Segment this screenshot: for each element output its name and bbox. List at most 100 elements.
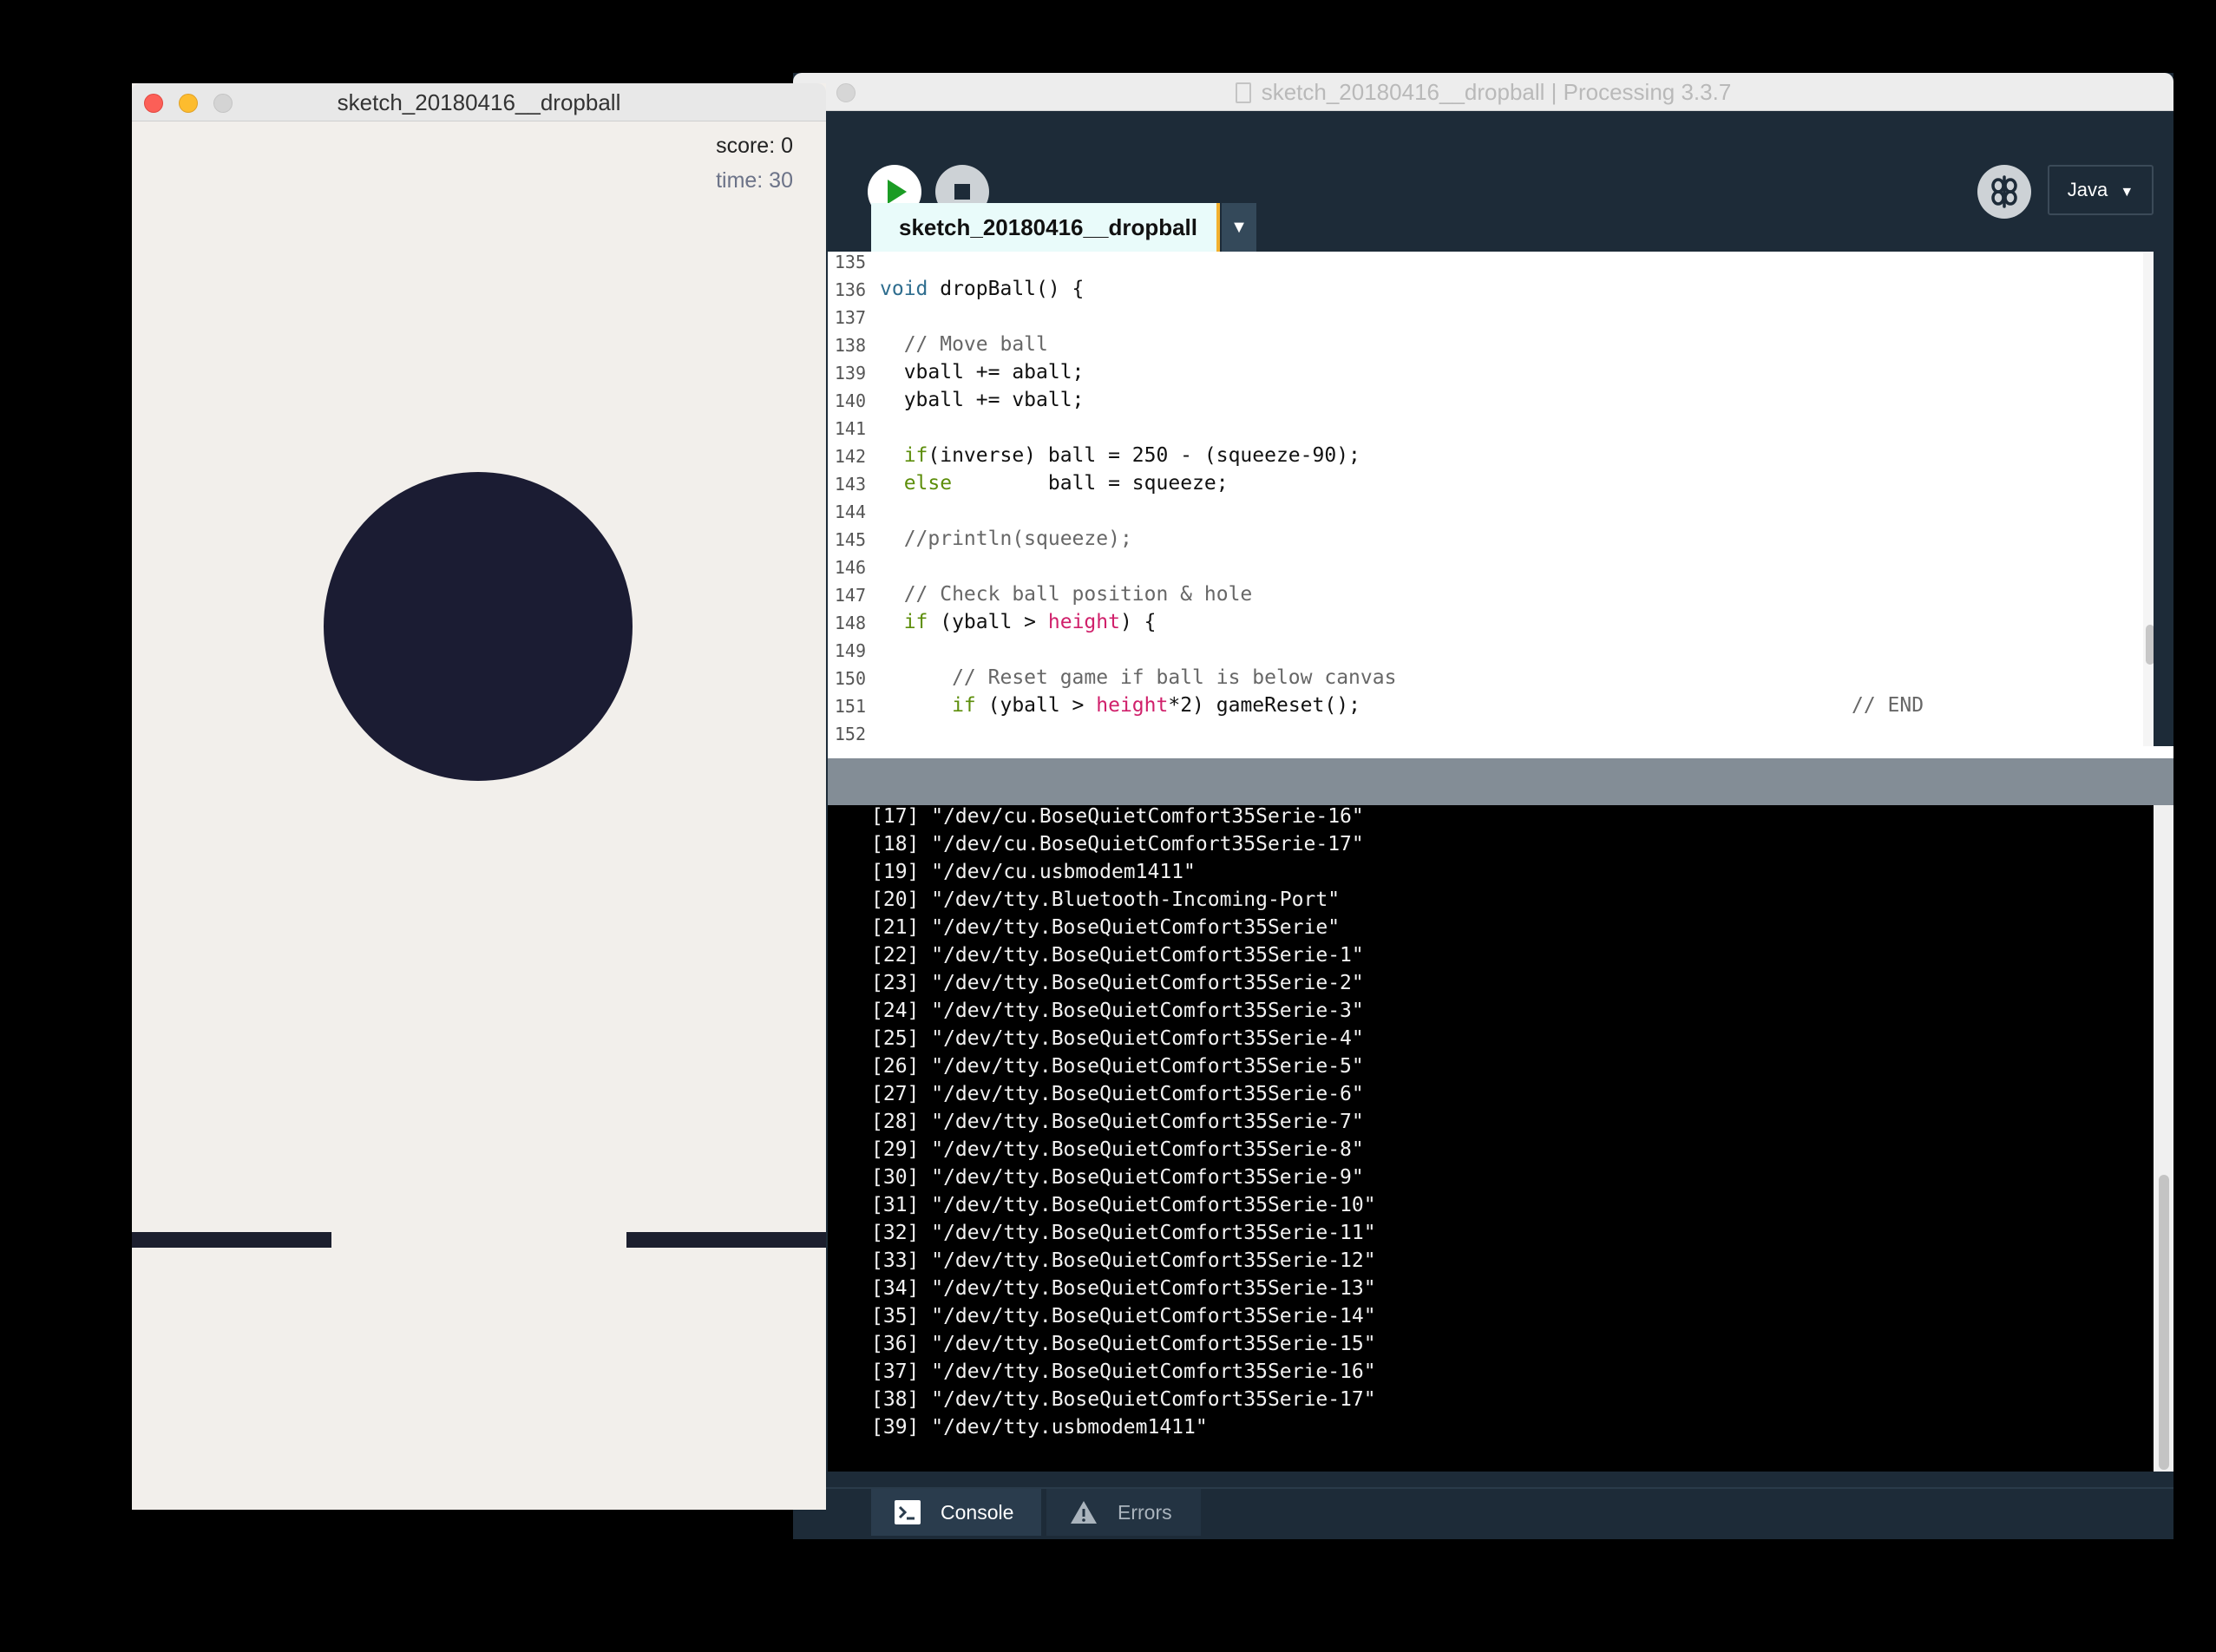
line-number: 138 [834,335,866,356]
ball [324,472,633,781]
console-line: [21] "/dev/tty.BoseQuietComfort35Serie" [871,916,1341,939]
line-number: 142 [834,446,866,467]
tab-errors[interactable]: Errors [1046,1489,1201,1536]
status-bar [828,758,2173,805]
console-line: [25] "/dev/tty.BoseQuietComfort35Serie-4… [871,1027,1364,1050]
debugger-button[interactable] [1977,165,2031,219]
console-line: [38] "/dev/tty.BoseQuietComfort35Serie-1… [871,1388,1376,1411]
tab-errors-label: Errors [1118,1501,1172,1524]
chevron-down-icon: ▼ [1230,218,1248,237]
console-line: [34] "/dev/tty.BoseQuietComfort35Serie-1… [871,1277,1376,1300]
line-number: 141 [834,418,866,439]
code-token: (yball > [928,611,1048,633]
console-scrollbar-thumb[interactable] [2159,1175,2169,1470]
debugger-icon [1991,175,2017,208]
code-line: void dropBall() { [880,278,1084,300]
line-number: 140 [834,390,866,411]
line-number-gutter: 135 136 137 138 139 140 141 142 143 144 … [828,252,871,746]
line-number: 147 [834,585,866,606]
console-line: [18] "/dev/cu.BoseQuietComfort35Serie-17… [871,833,1364,856]
code-token: ) { [1119,611,1157,633]
console-line: [39] "/dev/tty.usbmodem1411" [871,1416,1208,1439]
code-line-comment: // END [1852,694,1924,717]
code-token: (inverse) ball = 250 - (squeeze-90); [928,444,1360,467]
code-token: ball = squeeze; [952,472,1229,495]
code-line: yball += vball; [880,389,1085,411]
line-number: 150 [834,668,866,689]
processing-ide-window: sketch_20180416__dropball | Processing 3… [793,73,2173,1539]
chevron-down-icon: ▼ [2120,185,2134,200]
editor-footer [828,746,2173,758]
code-token: void [880,278,928,300]
sketch-window-title: sketch_20180416__dropball [337,89,621,115]
console-line: [37] "/dev/tty.BoseQuietComfort35Serie-1… [871,1360,1376,1383]
ide-window-title: sketch_20180416__dropball | Processing 3… [793,73,2173,111]
line-number: 145 [834,529,866,550]
editor-scrollbar[interactable] [2143,252,2154,746]
code-token: (yball > [975,694,1097,717]
score-label: score: 0 [716,134,793,158]
console-line: [24] "/dev/tty.BoseQuietComfort35Serie-3… [871,1000,1364,1022]
console-output[interactable]: [17] "/dev/cu.BoseQuietComfort35Serie-16… [828,805,2154,1472]
tab-console-label: Console [941,1501,1014,1524]
line-number: 139 [834,363,866,384]
code-token: height [1047,611,1120,633]
code-line: //println(squeeze); [880,528,1132,550]
ledge-left [132,1232,331,1248]
code-token: height [1096,694,1169,717]
time-label: time: 30 [716,168,793,193]
document-icon [1235,82,1251,103]
console-line: [23] "/dev/tty.BoseQuietComfort35Serie-2… [871,972,1364,994]
console-line: [22] "/dev/tty.BoseQuietComfort35Serie-1… [871,944,1364,967]
mode-selector[interactable]: Java ▼ [2048,165,2154,215]
line-number: 146 [834,557,866,578]
console-line: [30] "/dev/tty.BoseQuietComfort35Serie-9… [871,1166,1364,1189]
line-number: 148 [834,613,866,633]
code-line: if (yball > height*2) gameReset(); [880,694,1360,717]
code-token: else [880,472,953,495]
line-number: 152 [834,724,866,744]
line-number: 143 [834,474,866,495]
console-line: [32] "/dev/tty.BoseQuietComfort35Serie-1… [871,1222,1376,1244]
line-number: 151 [834,696,866,717]
code-line: if(inverse) ball = 250 - (squeeze-90); [880,444,1360,467]
code-editor[interactable]: 135 136 137 138 139 140 141 142 143 144 … [828,252,2154,746]
sketch-window: sketch_20180416__dropball score: 0 time:… [132,83,826,1510]
console-line: [35] "/dev/tty.BoseQuietComfort35Serie-1… [871,1305,1376,1328]
warning-icon [1071,1501,1097,1524]
code-token: if [880,444,928,467]
editor-scrollbar-thumb[interactable] [2146,625,2154,665]
ledge-right [626,1232,826,1248]
play-icon [888,180,907,204]
code-token: *2) gameReset(); [1168,694,1360,717]
console-line: [28] "/dev/tty.BoseQuietComfort35Serie-7… [871,1111,1364,1133]
stop-icon [954,184,970,200]
console-line: [17] "/dev/cu.BoseQuietComfort35Serie-16… [871,805,1364,828]
code-line: // Reset game if ball is below canvas [880,666,1397,689]
code-line: if (yball > height) { [880,611,1157,633]
line-number: 135 [834,252,866,272]
code-line: // Check ball position & hole [880,583,1253,606]
code-line: vball += aball; [880,361,1085,384]
console-line: [19] "/dev/cu.usbmodem1411" [871,861,1196,883]
console-line: [36] "/dev/tty.BoseQuietComfort35Serie-1… [871,1333,1376,1355]
line-number: 137 [834,307,866,328]
ide-title-text: sketch_20180416__dropball | Processing 3… [1261,79,1732,105]
tab-menu-button[interactable]: ▼ [1222,203,1256,252]
console-line: [26] "/dev/tty.BoseQuietComfort35Serie-5… [871,1055,1364,1078]
code-token: if [880,694,976,717]
tab-console[interactable]: Console [871,1489,1041,1536]
mode-label: Java [2067,179,2108,200]
line-number: 149 [834,640,866,661]
console-line: [20] "/dev/tty.Bluetooth-Incoming-Port" [871,888,1341,911]
console-line: [27] "/dev/tty.BoseQuietComfort35Serie-6… [871,1083,1364,1105]
console-line: [31] "/dev/tty.BoseQuietComfort35Serie-1… [871,1194,1376,1216]
console-line: [33] "/dev/tty.BoseQuietComfort35Serie-1… [871,1249,1376,1272]
tab-sketch[interactable]: sketch_20180416__dropball [871,203,1220,252]
code-token: if [880,611,928,633]
tab-label: sketch_20180416__dropball [899,214,1197,240]
code-line: else ball = squeeze; [880,472,1229,495]
line-number: 136 [834,279,866,300]
terminal-icon [895,1500,921,1524]
code-token: dropBall() { [928,278,1085,300]
